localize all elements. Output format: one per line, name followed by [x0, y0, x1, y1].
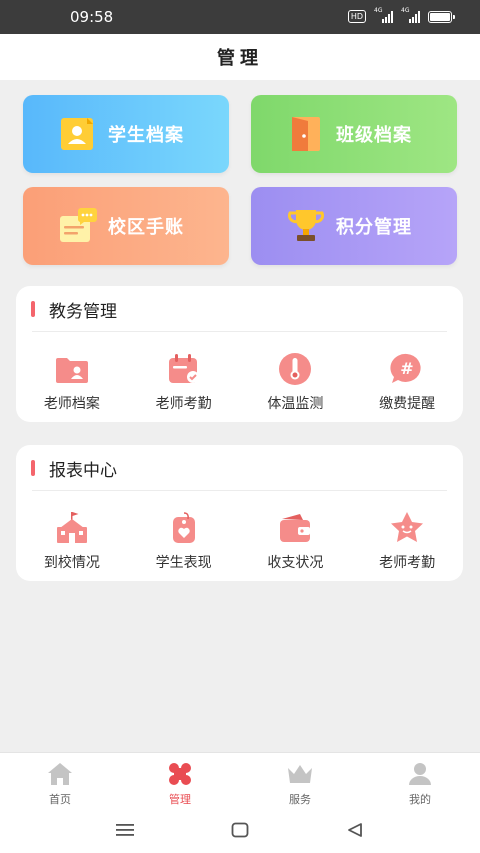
- tab-services[interactable]: 服务: [240, 753, 360, 812]
- thermometer-icon: [276, 352, 314, 386]
- home-icon: [46, 761, 74, 787]
- chat-notebook-icon: [58, 206, 98, 246]
- grid-item-label: 老师考勤: [155, 396, 212, 412]
- bottom-tab-bar: 首页 管理 服务 我的: [0, 752, 480, 812]
- menu-icon[interactable]: [116, 822, 134, 842]
- network-type-label: 4G: [401, 6, 410, 14]
- grid-item-label: 老师考勤: [379, 555, 436, 571]
- door-icon: [286, 114, 326, 154]
- calendar-check-icon: [165, 352, 203, 386]
- system-navigation-bar: [0, 812, 480, 853]
- tile-label: 积分管理: [336, 217, 412, 238]
- status-bar: 09:58 HD 4G 4G: [0, 0, 480, 34]
- grid-item-label: 到校情况: [43, 555, 100, 571]
- section-header: 报表中心: [16, 445, 463, 491]
- grid-item-temperature-monitoring[interactable]: 体温监测: [240, 332, 352, 422]
- section-header: 教务管理: [16, 286, 463, 332]
- back-triangle-icon[interactable]: [346, 822, 364, 842]
- tile-label: 班级档案: [336, 125, 412, 146]
- user-icon: [406, 761, 434, 787]
- folder-person-icon: [53, 352, 91, 386]
- crown-icon: [286, 761, 314, 787]
- section-items: 到校情况 学生表现 收支状况 老师考勤: [16, 491, 463, 581]
- star-face-icon: [388, 511, 426, 545]
- svg-text:#: #: [400, 359, 413, 378]
- page-header: 管理: [0, 34, 480, 80]
- tab-label: 服务: [289, 793, 311, 806]
- section-accent-bar: [31, 460, 35, 476]
- network-type-label: 4G: [374, 6, 383, 14]
- section-title: 教务管理: [49, 301, 117, 322]
- hash-bubble-icon: #: [388, 352, 426, 386]
- section-report-center: 报表中心 到校情况 学生表现 收支状况 老师考勤: [16, 445, 463, 581]
- tab-label: 我的: [409, 793, 431, 806]
- clover-icon: [166, 761, 194, 787]
- grid-item-teacher-attendance-report[interactable]: 老师考勤: [351, 491, 463, 581]
- status-time: 09:58: [70, 8, 114, 26]
- tile-label: 学生档案: [108, 125, 184, 146]
- section-academic-management: 教务管理 老师档案 老师考勤 体温监测 # 缴费提醒: [16, 286, 463, 422]
- tile-class-files[interactable]: 班级档案: [251, 95, 457, 173]
- page-title: 管理: [217, 48, 263, 69]
- tab-home[interactable]: 首页: [0, 753, 120, 812]
- grid-item-label: 学生表现: [155, 555, 212, 571]
- trophy-icon: [286, 206, 326, 246]
- battery-icon: [428, 10, 455, 23]
- section-items: 老师档案 老师考勤 体温监测 # 缴费提醒: [16, 332, 463, 422]
- tab-management[interactable]: 管理: [120, 753, 240, 812]
- home-square-icon[interactable]: [231, 822, 249, 842]
- grid-item-label: 体温监测: [267, 396, 324, 412]
- grid-item-school-arrival[interactable]: 到校情况: [16, 491, 128, 581]
- section-accent-bar: [31, 301, 35, 317]
- section-title: 报表中心: [49, 460, 117, 481]
- grid-item-teacher-attendance[interactable]: 老师考勤: [128, 332, 240, 422]
- tile-campus-notes[interactable]: 校区手账: [23, 187, 229, 265]
- grid-item-label: 缴费提醒: [379, 396, 436, 412]
- tag-heart-icon: [165, 511, 203, 545]
- grid-item-student-performance[interactable]: 学生表现: [128, 491, 240, 581]
- grid-item-teacher-files[interactable]: 老师档案: [16, 332, 128, 422]
- status-icons: HD 4G 4G: [347, 7, 455, 23]
- tile-label: 校区手账: [108, 217, 184, 238]
- tile-student-files[interactable]: 学生档案: [23, 95, 229, 173]
- grid-item-label: 老师档案: [43, 396, 100, 412]
- hd-badge: HD: [347, 10, 366, 23]
- school-icon: [53, 511, 91, 545]
- student-file-icon: [58, 114, 98, 154]
- signal-icon: 4G: [401, 7, 420, 23]
- signal-icon: 4G: [374, 7, 393, 23]
- grid-item-income-expenses[interactable]: 收支状况: [240, 491, 352, 581]
- grid-item-payment-reminder[interactable]: # 缴费提醒: [351, 332, 463, 422]
- grid-item-label: 收支状况: [267, 555, 324, 571]
- tab-label: 管理: [169, 793, 191, 806]
- tab-mine[interactable]: 我的: [360, 753, 480, 812]
- tile-points-management[interactable]: 积分管理: [251, 187, 457, 265]
- tab-label: 首页: [49, 793, 71, 806]
- wallet-icon: [276, 511, 314, 545]
